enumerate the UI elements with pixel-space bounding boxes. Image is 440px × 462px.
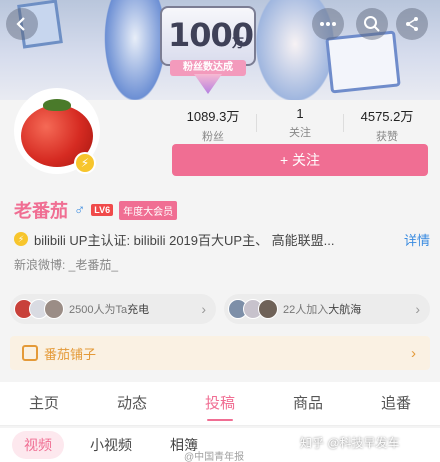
stat-label: 关注 (289, 127, 311, 139)
shop-icon (22, 345, 38, 361)
avatar (44, 299, 64, 319)
stat-likes: 4575.2万 获赞 (344, 106, 430, 143)
shop-entry[interactable]: 番茄铺子 › (10, 336, 430, 370)
stat-following[interactable]: 1 关注 (257, 106, 343, 139)
subtab-video[interactable]: 视频 (12, 431, 64, 459)
chevron-right-icon: › (411, 344, 416, 362)
charge-text: 2500人为Ta充电 (69, 304, 150, 316)
avatar (258, 299, 278, 319)
user-name: 老番茄 (14, 201, 68, 221)
name-row: 老番茄 ♂ LV6 年度大会员 (14, 198, 178, 222)
lightning-icon: ⚡ (14, 232, 28, 246)
milestone-badge: 1000 万 粉丝数达成 (160, 6, 256, 94)
weibo-link[interactable]: 新浪微博: _老番茄_ (14, 256, 118, 273)
watermark: 知乎 @科技早发车 (300, 436, 400, 450)
stat-label: 粉丝 (202, 131, 224, 143)
fan-cards: 2500人为Ta充电 › 22人加入大航海 › (10, 294, 430, 324)
profile-tabs: 主页 动态 投稿 商品 追番 (0, 382, 440, 426)
chevron-left-icon (16, 17, 25, 31)
milestone-unit: 万 (232, 36, 245, 50)
search-button[interactable] (356, 8, 388, 40)
tomato-leaf (43, 99, 71, 111)
tab-dynamic[interactable]: 动态 (88, 382, 176, 425)
follow-button[interactable]: + 关注 (172, 144, 428, 176)
tab-anime[interactable]: 追番 (352, 382, 440, 425)
search-icon (364, 16, 380, 32)
guard-card[interactable]: 22人加入大航海 › (224, 294, 430, 324)
tab-home[interactable]: 主页 (0, 382, 88, 425)
share-button[interactable] (396, 8, 428, 40)
level-badge: LV6 (91, 204, 114, 216)
stat-value: 4575.2万 (360, 109, 414, 124)
banner-board-decoration (325, 30, 401, 94)
male-icon: ♂ (74, 201, 86, 219)
watermark-small: @中国青年报 (184, 452, 245, 462)
chevron-right-icon: › (201, 301, 206, 317)
details-link[interactable]: 详情 (404, 230, 430, 249)
chevron-right-icon: › (415, 301, 420, 317)
share-icon (406, 17, 418, 31)
more-button[interactable] (312, 8, 344, 40)
back-button[interactable] (6, 8, 38, 40)
stats-row: 1089.3万 粉丝 1 关注 4575.2万 获赞 (170, 106, 430, 143)
guard-text: 22人加入大航海 (283, 304, 362, 316)
certification-text: bilibili UP主认证: bilibili 2019百大UP主、 高能联盟… (34, 232, 335, 248)
subtab-short-video[interactable]: 小视频 (78, 431, 144, 459)
shop-label: 番茄铺子 (44, 346, 97, 362)
stat-label: 获赞 (376, 131, 398, 143)
certification-row: ⚡ bilibili UP主认证: bilibili 2019百大UP主、 高能… (14, 230, 430, 248)
lightning-icon: ⚡ (74, 152, 96, 174)
more-dots-icon (320, 22, 336, 26)
charge-card[interactable]: 2500人为Ta充电 › (10, 294, 216, 324)
milestone-ribbon: 粉丝数达成 (170, 60, 246, 76)
stat-value: 1 (296, 106, 304, 121)
stat-value: 1089.3万 (186, 109, 240, 124)
milestone-gem (194, 74, 222, 94)
tab-uploads[interactable]: 投稿 (176, 382, 264, 425)
tab-goods[interactable]: 商品 (264, 382, 352, 425)
vip-badge[interactable]: 年度大会员 (119, 200, 178, 220)
stat-fans[interactable]: 1089.3万 粉丝 (170, 106, 256, 143)
